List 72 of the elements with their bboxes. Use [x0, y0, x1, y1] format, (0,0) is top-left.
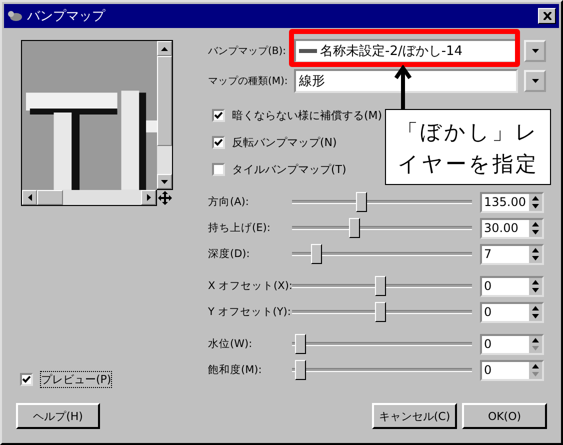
number-field[interactable]: 0 — [480, 334, 544, 354]
left-arrow-icon — [28, 194, 32, 201]
up-arrow-icon — [161, 46, 168, 50]
slider-label: X オフセット(X): — [208, 279, 292, 293]
spin-down-icon[interactable] — [529, 202, 542, 210]
right-arrow-icon — [146, 194, 150, 201]
vertical-scrollbar[interactable] — [157, 40, 173, 190]
spin-up-icon[interactable] — [529, 278, 542, 286]
number-field[interactable]: 0 — [480, 302, 544, 322]
bumpmap-label: バンプマップ(B): — [208, 44, 288, 58]
map-type-dropdown[interactable]: 線形 — [294, 69, 518, 93]
pointer-arrow — [394, 65, 412, 110]
checkbox-label: 反転バンプマップ(N) — [232, 135, 337, 150]
checkbox[interactable] — [212, 136, 225, 149]
slider-label: 深度(D): — [208, 247, 251, 261]
spin-up-icon[interactable] — [529, 304, 542, 312]
checkbox-label: 暗くならない様に補償する(M) — [232, 108, 382, 123]
checkbox[interactable] — [212, 163, 225, 176]
dialog-button[interactable]: キャンセル(C) — [372, 403, 457, 429]
slider-thumb[interactable] — [295, 334, 306, 354]
dialog-button[interactable]: ヘルプ(H) — [16, 403, 100, 429]
slider-label: 持ち上げ(E): — [208, 221, 272, 235]
slider-label: 飽和度(M): — [208, 363, 263, 377]
scroll-down-button[interactable] — [157, 174, 172, 189]
down-arrow-icon — [161, 180, 168, 184]
checkbox-label: タイルバンプマップ(T) — [232, 162, 346, 177]
caret-icon — [532, 79, 538, 83]
slider-label: 水位(W): — [208, 337, 254, 351]
preview-label: プレビュー(P) — [40, 371, 112, 388]
app-icon — [7, 10, 23, 22]
number-field[interactable]: 135.00 — [480, 192, 544, 212]
spin-down-icon[interactable] — [529, 254, 542, 262]
dialog-button[interactable]: OK(O) — [462, 403, 547, 429]
scroll-thumb[interactable] — [157, 56, 172, 146]
scroll-right-button[interactable] — [141, 190, 156, 205]
scroll-left-button[interactable] — [22, 190, 37, 205]
dropdown-button[interactable] — [524, 70, 546, 92]
bumpmap-dropdown[interactable]: 名称未設定-2/ぼかし-14 — [294, 39, 518, 63]
horizontal-scrollbar[interactable] — [21, 190, 157, 206]
number-field[interactable]: 0 — [480, 360, 544, 380]
move-icon[interactable] — [157, 190, 173, 206]
checkbox[interactable] — [20, 373, 33, 386]
callout-text: 「ぼかし」レイヤーを指定 — [385, 109, 551, 185]
spin-up-icon[interactable] — [529, 220, 542, 228]
slider-thumb[interactable] — [356, 192, 368, 212]
dropdown-button[interactable] — [524, 40, 546, 62]
slider-thumb[interactable] — [374, 276, 386, 296]
spin-down-icon[interactable] — [529, 312, 542, 320]
slider-thumb[interactable] — [310, 244, 322, 264]
spin-down-icon[interactable] — [529, 228, 542, 236]
slider-label: Y オフセット(Y): — [208, 305, 292, 319]
number-field[interactable]: 30.00 — [480, 218, 544, 238]
slider-label: 方向(A): — [208, 195, 250, 209]
spin-up-icon[interactable] — [529, 246, 542, 254]
scroll-up-button[interactable] — [157, 41, 172, 56]
close-button[interactable] — [538, 8, 556, 24]
window-title: バンプマップ — [27, 8, 106, 25]
layer-thumbnail-icon — [299, 49, 317, 53]
checkbox[interactable] — [212, 109, 225, 122]
caret-icon — [532, 49, 538, 53]
spin-up-icon[interactable] — [529, 362, 542, 370]
slider-thumb[interactable] — [349, 218, 360, 238]
close-icon — [542, 12, 552, 20]
map-type-label: マップの種類(M): — [208, 74, 289, 88]
slider-thumb[interactable] — [374, 302, 386, 322]
number-field[interactable]: 0 — [480, 276, 544, 296]
spin-down-icon[interactable] — [529, 286, 542, 294]
scroll-thumb[interactable] — [37, 190, 63, 205]
slider-thumb[interactable] — [295, 360, 306, 380]
spin-up-icon[interactable] — [529, 336, 542, 344]
spin-up-icon[interactable] — [529, 194, 542, 202]
number-field[interactable]: 7 — [480, 244, 544, 264]
